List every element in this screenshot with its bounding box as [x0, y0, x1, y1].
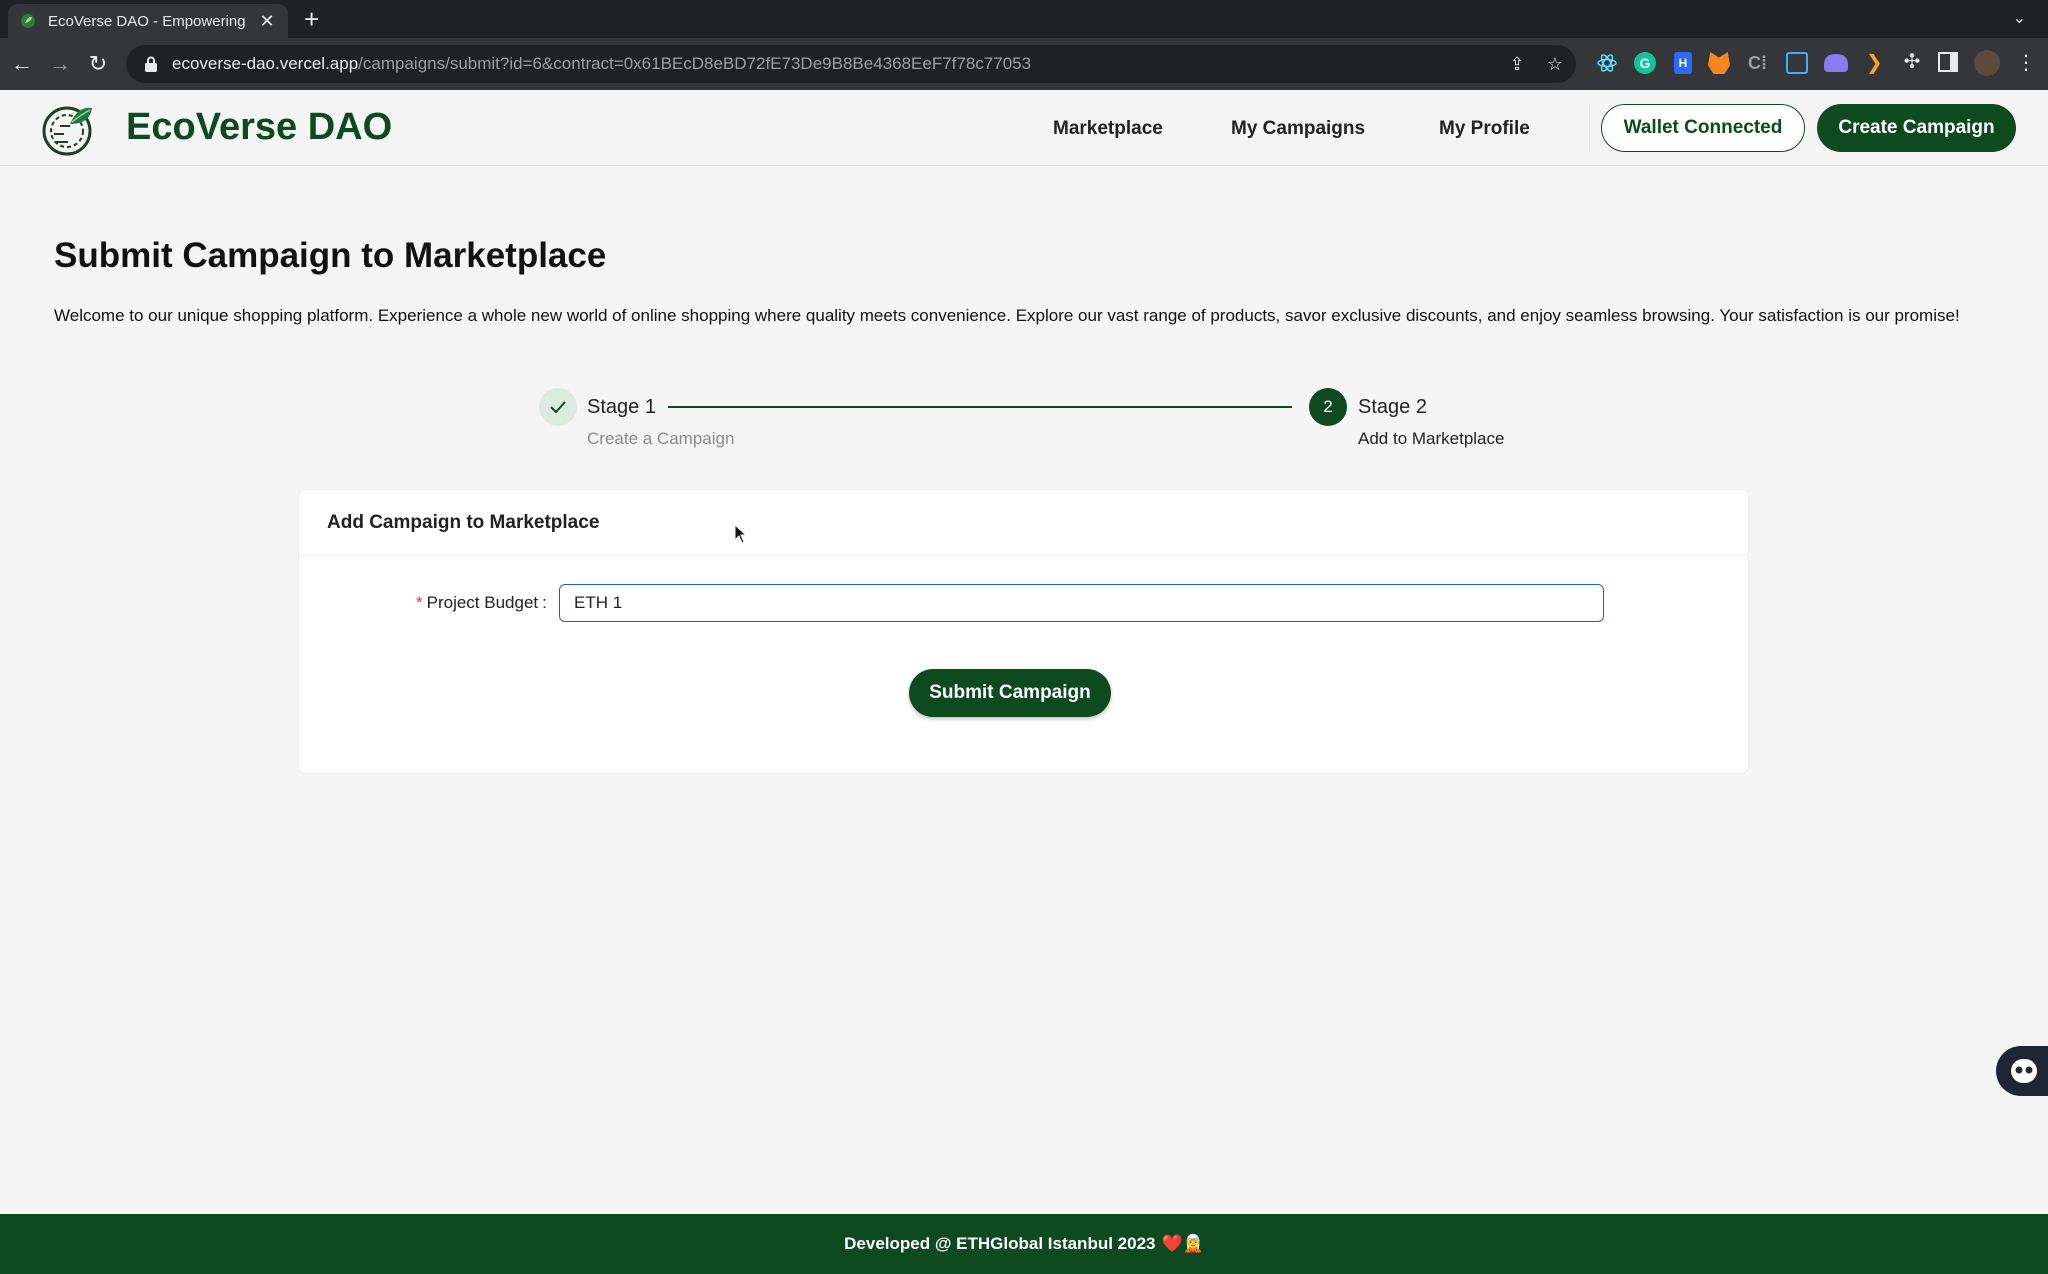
brand-name[interactable]: EcoVerse DAO	[126, 106, 392, 149]
site-footer: Developed @ ETHGlobal Istanbul 2023 ❤️🧝	[0, 1214, 2048, 1274]
page-title: Submit Campaign to Marketplace	[54, 236, 607, 275]
nav-divider	[1589, 104, 1590, 152]
project-budget-input[interactable]	[559, 584, 1604, 622]
browser-tab-bar: EcoVerse DAO - Empowering E ✕ + ⌄	[0, 0, 2048, 38]
grammarly-extension-icon[interactable]: G	[1634, 52, 1656, 74]
page-description: Welcome to our unique shopping platform.…	[54, 306, 1960, 325]
step-1-subtitle: Create a Campaign	[587, 429, 735, 448]
profile-avatar[interactable]	[1974, 50, 2000, 76]
capture-extension-icon[interactable]	[1786, 52, 1808, 74]
project-budget-label: * Project Budget:	[416, 593, 547, 612]
reload-icon[interactable]: ↻	[84, 50, 112, 78]
url-text: ecoverse-dao.vercel.app/campaigns/submit…	[172, 54, 1032, 73]
tab-title: EcoVerse DAO - Empowering E	[48, 12, 248, 30]
address-bar[interactable]: ecoverse-dao.vercel.app/campaigns/submit…	[126, 45, 1576, 83]
submit-campaign-button[interactable]: Submit Campaign	[909, 669, 1111, 717]
nav-link-marketplace[interactable]: Marketplace	[1053, 118, 1163, 140]
site-header: EcoVerse DAO Marketplace My Campaigns My…	[0, 90, 2048, 166]
footer-emoji: ❤️🧝	[1161, 1234, 1204, 1253]
extensions-puzzle-icon[interactable]: ✣	[1900, 50, 1924, 74]
chat-widget-button[interactable]	[1996, 1046, 2048, 1096]
ecoverse-favicon-icon	[21, 14, 35, 28]
lock-icon	[145, 56, 157, 72]
step-1-check-icon	[539, 388, 577, 426]
card-title: Add Campaign to Marketplace	[299, 490, 1748, 556]
forward-arrow-icon[interactable]: →	[46, 50, 74, 78]
step-2-subtitle: Add to Marketplace	[1358, 429, 1505, 448]
step-2-number-badge: 2	[1309, 388, 1347, 426]
tab-search-chevron-icon[interactable]: ⌄	[2013, 8, 2026, 28]
share-icon[interactable]: ⇪	[1506, 53, 1528, 75]
new-tab-icon[interactable]: +	[304, 4, 319, 34]
wallet-connected-button[interactable]: Wallet Connected	[1601, 104, 1805, 152]
create-campaign-button[interactable]: Create Campaign	[1817, 104, 2016, 152]
browser-tab[interactable]: EcoVerse DAO - Empowering E ✕	[8, 4, 288, 38]
side-panel-icon[interactable]	[1938, 52, 1958, 72]
nav-link-my-profile[interactable]: My Profile	[1439, 118, 1530, 140]
bookmark-star-icon[interactable]: ☆	[1544, 53, 1566, 75]
back-arrow-icon[interactable]: ←	[8, 50, 36, 78]
ecoverse-logo-icon[interactable]	[40, 102, 94, 156]
required-asterisk: *	[416, 593, 423, 612]
mouse-cursor-icon	[734, 524, 748, 544]
browser-toolbar: ← → ↻ ecoverse-dao.vercel.app/campaigns/…	[0, 38, 2048, 90]
footer-text: Developed @ ETHGlobal Istanbul 2023	[844, 1234, 1156, 1253]
ghost-extension-icon[interactable]	[1824, 54, 1848, 72]
shield-extension-icon[interactable]: H	[1674, 52, 1692, 74]
add-campaign-card: Add Campaign to Marketplace * Project Bud…	[298, 489, 1749, 774]
react-devtools-extension-icon[interactable]	[1596, 52, 1618, 74]
step-1-title: Stage 1	[587, 396, 656, 418]
step-connector-line	[668, 406, 1292, 408]
code-extension-icon[interactable]: C⁞	[1748, 52, 1770, 74]
nav-link-my-campaigns[interactable]: My Campaigns	[1231, 118, 1365, 140]
browser-menu-icon[interactable]: ⋮	[2016, 50, 2036, 76]
swirl-extension-icon[interactable]: ❯	[1866, 52, 1883, 74]
metamask-extension-icon[interactable]	[1708, 52, 1730, 74]
step-2-title: Stage 2	[1358, 396, 1427, 418]
tab-close-icon[interactable]: ✕	[258, 11, 276, 32]
robot-face-icon	[2011, 1059, 2037, 1083]
